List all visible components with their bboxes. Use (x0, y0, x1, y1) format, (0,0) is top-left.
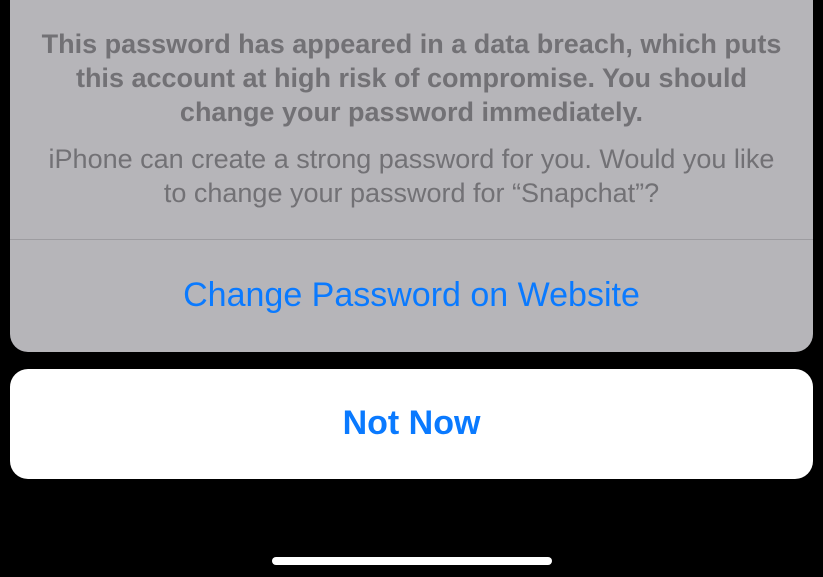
home-indicator (272, 557, 552, 565)
not-now-button[interactable]: Not Now (10, 369, 813, 479)
action-sheet: This password has appeared in a data bre… (10, 0, 813, 352)
alert-message-block: This password has appeared in a data bre… (10, 0, 813, 239)
alert-title: This password has appeared in a data bre… (38, 28, 785, 129)
action-sheet-container: This password has appeared in a data bre… (10, 0, 813, 479)
alert-subtitle: iPhone can create a strong password for … (38, 143, 785, 211)
change-password-button[interactable]: Change Password on Website (10, 240, 813, 352)
